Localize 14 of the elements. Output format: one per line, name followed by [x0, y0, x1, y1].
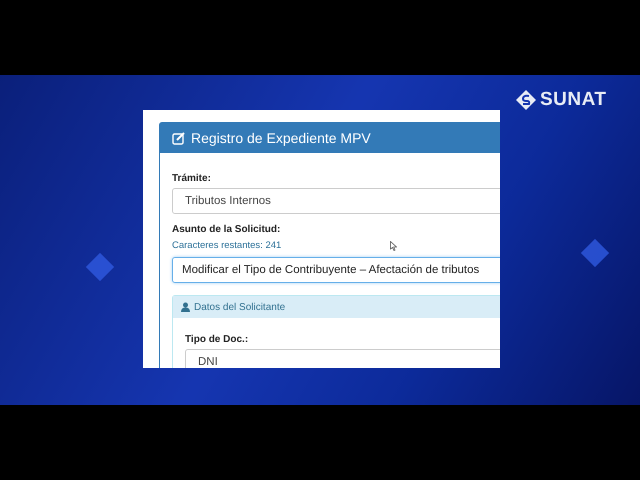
input-field[interactable]: Tributos Internos [172, 188, 500, 214]
field-label: Trámite: [172, 173, 212, 184]
characters-remaining-text: Caracteres restantes: 241 [172, 240, 282, 251]
panel-title: Registro de Expediente MPV [191, 130, 371, 146]
logo-icon [515, 89, 537, 111]
user-icon [181, 302, 190, 312]
logo-text: SUNAT [540, 89, 607, 111]
field-label: Tipo de Doc.: [185, 334, 250, 345]
section-title: Datos del Solicitante [194, 302, 286, 312]
input-field[interactable]: DNI [185, 349, 500, 368]
cursor-icon [390, 241, 397, 251]
input-field[interactable]: Modificar el Tipo de Contribuyente – Afectación de tributos [172, 257, 500, 283]
edit-icon [172, 132, 185, 144]
field-label: Asunto de la Solicitud: [172, 224, 282, 235]
